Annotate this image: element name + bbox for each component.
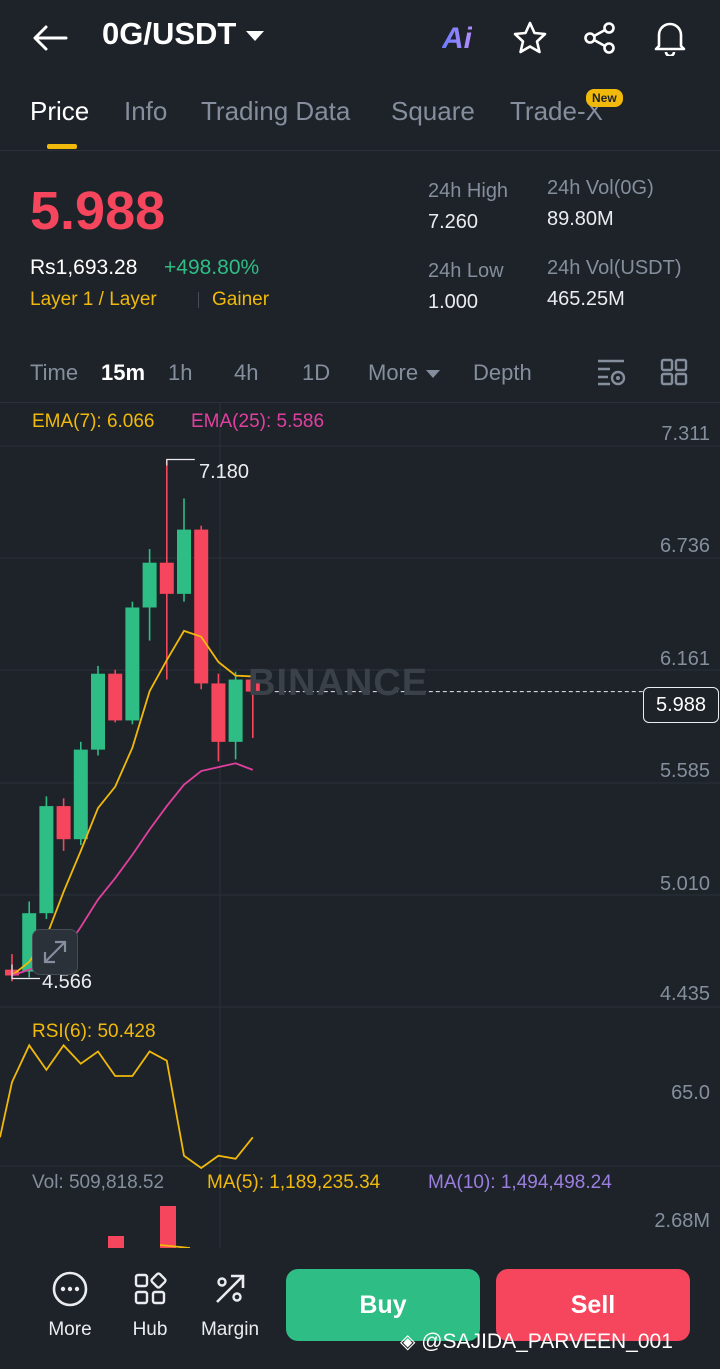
nav-margin-label: Margin [200,1319,260,1340]
candle-body [125,607,140,721]
interval-depth[interactable]: Depth [473,360,532,386]
interval-1d[interactable]: 1D [302,360,330,386]
interval-4h[interactable]: 4h [234,360,258,386]
expand-icon [43,940,67,964]
share-icon[interactable] [582,20,618,61]
high-label: 24h High [428,180,509,202]
nav-hub[interactable]: Hub [110,1270,190,1341]
binance-watermark: BINANCE [248,662,429,704]
price-axis-label: 4.435 [659,983,710,1005]
active-tab-indicator [47,144,77,149]
nav-hub-label: Hub [132,1319,168,1340]
rsi-line [0,1043,254,1170]
vol-quote-value: 465.25M [547,288,625,310]
tab-square[interactable]: Square [391,96,475,127]
price-axis-label: 5.010 [659,873,710,895]
tab-info[interactable]: Info [124,96,167,127]
high-value: 7.260 [428,211,479,233]
ma5-label: MA(5): 1,189,235.34 [207,1172,381,1193]
price-axis-label: 5.585 [659,760,710,782]
fiat-price: Rs1,693.28 [30,256,138,279]
change-percent: +498.80% [164,256,260,279]
nav-more[interactable]: More [30,1270,110,1341]
rsi-axis-label: 65.0 [671,1082,710,1104]
pair-selector[interactable]: 0G/USDT [102,16,265,52]
low-label: 24h Low [428,260,504,282]
star-icon[interactable] [512,20,548,61]
vol-axis-label: 2.68M [654,1210,710,1232]
candle-body [194,529,209,684]
high-marker-line [166,458,195,466]
credit-watermark: ◈ @SAJIDA_PARVEEN_001 [400,1329,673,1354]
candle-body [211,683,226,742]
chevron-down-icon [246,30,265,41]
current-price-tag: 5.988 [643,687,719,723]
tag-separator [198,292,199,308]
volume-bar [108,1236,124,1248]
price-axis-label: 7.311 [661,423,710,445]
vol-label: Vol: 509,818.52 [32,1172,165,1193]
divider [0,150,720,151]
candle-body [159,562,174,594]
more-dots-icon [52,1271,88,1307]
interval-more-label: More [368,360,419,385]
margin-icon [216,1274,245,1303]
nav-more-label: More [48,1319,92,1340]
pair-title: 0G/USDT [102,16,237,51]
credit-text: @SAJIDA_PARVEEN_001 [421,1330,673,1353]
tab-price[interactable]: Price [30,96,89,127]
volume-bar [160,1206,176,1248]
interval-time[interactable]: Time [30,360,78,386]
vol-base-label: 24h Vol(0G) [547,177,654,199]
high-marker-label: 7.180 [199,461,250,483]
ma10-label: MA(10): 1,494,498.24 [428,1172,612,1193]
bell-icon[interactable] [652,18,688,61]
vol-base-value: 89.80M [547,208,614,230]
tag-gainer[interactable]: Gainer [212,289,269,311]
nav-margin[interactable]: Margin [190,1270,270,1341]
interval-more[interactable]: More [368,360,441,386]
ema7-label: EMA(7): 6.066 [32,411,155,432]
ai-button[interactable]: Ai [442,22,472,56]
candle-body [56,806,71,840]
candle-body [91,673,105,750]
indicator-settings-icon[interactable] [596,357,628,392]
ema25-label: EMA(25): 5.586 [191,411,325,432]
low-value: 1.000 [428,291,479,313]
tab-trading-data[interactable]: Trading Data [201,96,350,127]
layout-grid-icon[interactable] [660,358,688,391]
candle-body [177,529,191,594]
expand-chart-button[interactable] [32,929,78,975]
chevron-down-icon [426,370,441,379]
tag-layer[interactable]: Layer 1 / Layer [30,289,157,311]
interval-15m[interactable]: 15m [101,360,145,386]
price-axis-label: 6.736 [659,535,710,557]
back-arrow-icon[interactable] [30,22,70,54]
interval-1h[interactable]: 1h [168,360,192,386]
candle-body [228,679,243,742]
hub-grid-icon [134,1272,167,1305]
price-axis-label: 6.161 [659,648,710,670]
candlestick-chart[interactable] [0,402,720,1248]
candle-body [108,673,123,721]
rsi-label: RSI(6): 50.428 [32,1021,156,1042]
diamond-logo-icon: ◈ [400,1331,416,1353]
new-badge: New [586,89,623,107]
candle-body [73,749,88,840]
vol-quote-label: 24h Vol(USDT) [547,257,682,279]
candle-body [142,562,157,608]
last-price: 5.988 [30,181,166,241]
candle-body [39,806,54,914]
